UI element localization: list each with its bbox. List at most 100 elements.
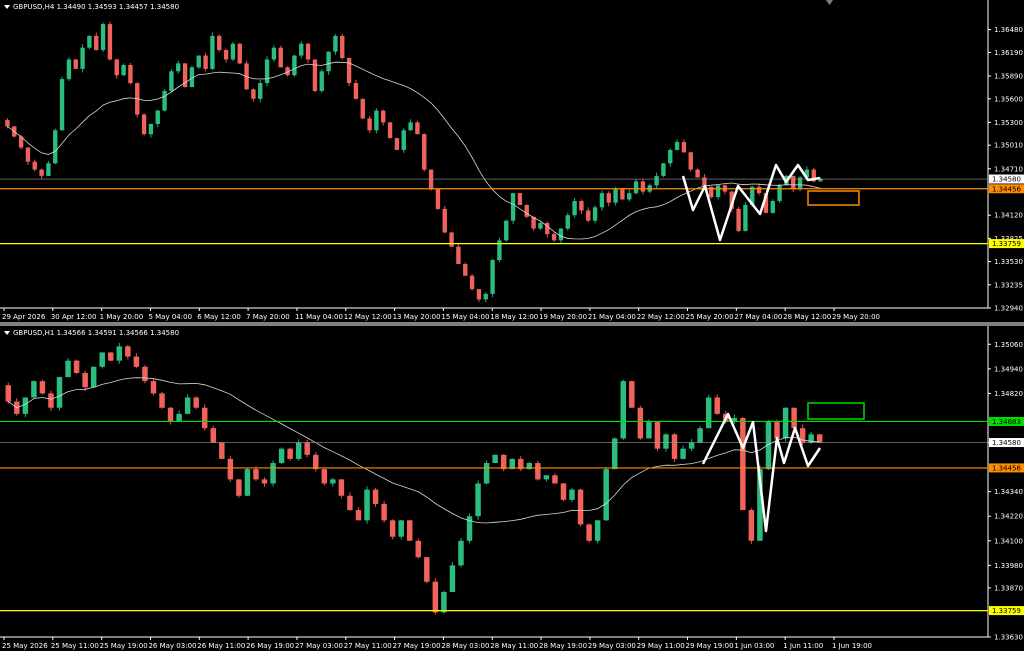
candle-body bbox=[538, 223, 543, 229]
candle-body bbox=[330, 479, 336, 484]
candle-body bbox=[340, 35, 345, 58]
time-tick-label: 29 Apr 2026 bbox=[2, 313, 46, 321]
candle-body bbox=[253, 469, 259, 480]
candle-body bbox=[714, 397, 720, 414]
candle-body bbox=[748, 510, 755, 541]
time-tick-label: 25 May 20:00 bbox=[686, 313, 734, 321]
candle-body bbox=[258, 83, 263, 99]
time-tick-label: 1 Jun 11:00 bbox=[783, 642, 823, 650]
candle-body bbox=[46, 163, 51, 176]
candle-body bbox=[449, 232, 454, 247]
candle-body bbox=[476, 289, 482, 300]
candle-body bbox=[551, 234, 557, 241]
candle-body bbox=[483, 463, 490, 484]
candle-body bbox=[736, 208, 741, 231]
time-tick-label: 26 May 19:00 bbox=[246, 642, 294, 650]
time-tick-label: 12 May 12:00 bbox=[344, 313, 392, 321]
candle-body bbox=[406, 520, 413, 541]
time-tick-label: 1 Jun 19:00 bbox=[832, 642, 872, 650]
candle-body bbox=[5, 120, 10, 127]
candle-body bbox=[264, 59, 270, 84]
candle-body bbox=[87, 35, 92, 48]
target-box bbox=[807, 402, 865, 420]
candle-body bbox=[668, 149, 673, 164]
candle-body bbox=[640, 181, 646, 192]
candle-body bbox=[94, 35, 99, 51]
candle-body bbox=[688, 152, 693, 170]
price-tick-label: 1.33630 bbox=[994, 634, 1023, 642]
time-tick-label: 27 May 03:00 bbox=[295, 642, 343, 650]
candle-body bbox=[428, 169, 434, 190]
candle-body bbox=[705, 397, 712, 429]
candle-body bbox=[674, 142, 680, 150]
candle-body bbox=[663, 434, 669, 449]
candle-body bbox=[353, 83, 359, 99]
h1-chart-pane[interactable]: 1.35060 1.34940 1.34820 1.34580 1.34340 1.342… bbox=[0, 326, 1024, 651]
price-tick-label: 1.33980 bbox=[994, 562, 1023, 570]
h4-chart-title: GBPUSD,H4 1.34490 1.34593 1.34457 1.3458… bbox=[4, 3, 179, 11]
candle-body bbox=[572, 201, 577, 216]
candle-body bbox=[125, 346, 131, 357]
candle-body bbox=[150, 381, 157, 394]
candle-body bbox=[424, 557, 430, 582]
candle-body bbox=[586, 524, 592, 541]
candle-body bbox=[176, 413, 182, 423]
candle-body bbox=[777, 185, 782, 202]
h4-chart-pane[interactable]: 1.36480 1.36190 1.35890 1.35600 1.35300 1.350… bbox=[0, 0, 1024, 322]
candle-body bbox=[774, 422, 780, 439]
pattern-drawing bbox=[681, 163, 821, 242]
candle-body bbox=[82, 372, 88, 388]
candle-body bbox=[141, 114, 147, 135]
candle-body bbox=[543, 475, 550, 480]
candle-body bbox=[230, 43, 236, 60]
candle-body bbox=[193, 397, 199, 408]
level-price-label: 1.34456 bbox=[992, 464, 1021, 472]
candle-body bbox=[319, 71, 324, 91]
time-tick-label: 27 May 11:00 bbox=[344, 642, 392, 650]
candle-body bbox=[535, 463, 541, 480]
candle-body bbox=[162, 90, 167, 111]
candle-body bbox=[128, 64, 133, 84]
candle-body bbox=[415, 122, 420, 135]
candle-body bbox=[116, 346, 123, 361]
time-tick-label: 25 May 19:00 bbox=[100, 642, 148, 650]
candle-body bbox=[389, 520, 396, 537]
candle-body bbox=[313, 454, 319, 470]
candle-body bbox=[671, 434, 678, 459]
candle-body bbox=[381, 503, 387, 521]
candle-body bbox=[620, 381, 627, 439]
collapse-triangle-icon[interactable] bbox=[4, 5, 10, 9]
candle-body bbox=[422, 134, 427, 170]
candle-body bbox=[592, 207, 598, 221]
candle-body bbox=[577, 489, 584, 525]
collapse-triangle-icon[interactable] bbox=[4, 331, 10, 335]
candle-body bbox=[203, 55, 208, 69]
time-tick-label: 1 Jun 03:00 bbox=[734, 642, 774, 650]
candle-body bbox=[39, 381, 46, 394]
candle-body bbox=[654, 175, 659, 186]
candle-body bbox=[504, 220, 509, 241]
candle-body bbox=[782, 407, 789, 439]
time-tick-label: 28 May 19:00 bbox=[539, 642, 587, 650]
candle-body bbox=[510, 193, 516, 221]
level-price-label: 1.33759 bbox=[992, 607, 1021, 615]
candle-body bbox=[387, 122, 393, 139]
candle-body bbox=[271, 47, 277, 60]
time-tick-label: 28 May 11:00 bbox=[490, 642, 538, 650]
time-tick-label: 29 May 11:00 bbox=[637, 642, 685, 650]
time-tick-label: 25 May 11:00 bbox=[51, 642, 99, 650]
h1-chart-svg[interactable]: 1.35060 1.34940 1.34820 1.34580 1.34340 1.342… bbox=[0, 326, 1024, 651]
candle-body bbox=[201, 407, 208, 429]
candle-body bbox=[637, 407, 644, 439]
price-tick-label: 1.34100 bbox=[994, 537, 1023, 545]
price-tick-label: 1.34120 bbox=[994, 212, 1023, 220]
candle-body bbox=[740, 417, 746, 511]
price-tick-label: 1.35010 bbox=[994, 142, 1023, 150]
candle-body bbox=[114, 59, 119, 76]
candle-body bbox=[133, 356, 140, 367]
h4-chart-svg[interactable]: 1.36480 1.36190 1.35890 1.35600 1.35300 1.350… bbox=[0, 0, 1024, 322]
candle-body bbox=[236, 479, 242, 496]
candle-body bbox=[100, 24, 106, 51]
price-tick-label: 1.34220 bbox=[994, 513, 1023, 521]
candle-body bbox=[73, 360, 80, 373]
